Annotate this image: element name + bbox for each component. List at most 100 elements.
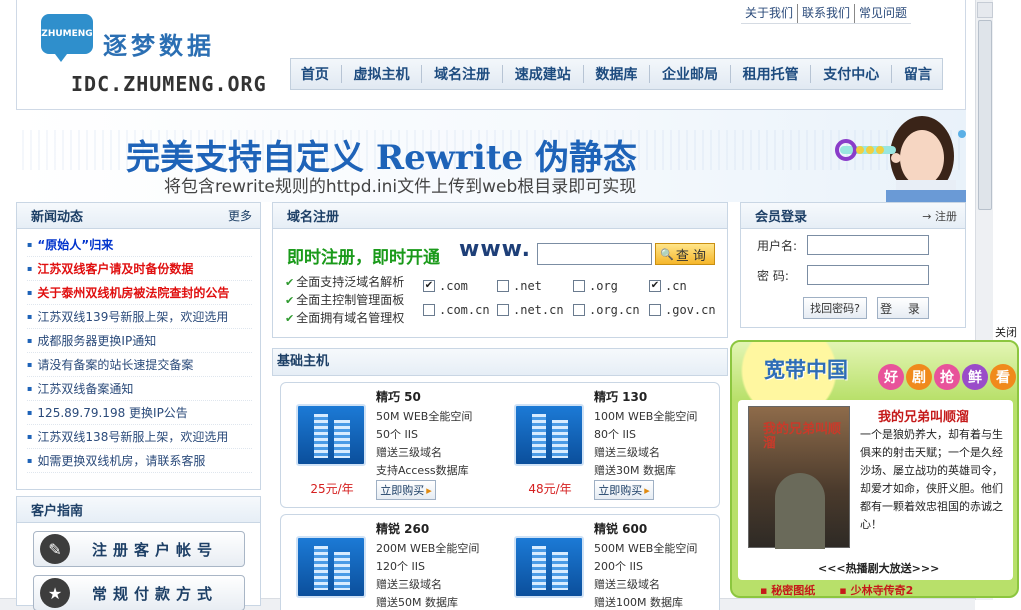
news-item[interactable]: 江苏双线客户请及时备份数据	[27, 257, 252, 281]
scroll-up-button[interactable]	[977, 2, 993, 18]
plan-spec: 200M WEB全能空间	[376, 542, 480, 555]
ad-drama-name[interactable]: 我的兄弟叫顺溜	[878, 406, 969, 425]
link-about[interactable]: 关于我们	[741, 4, 797, 23]
hosting-plan-card: 精巧 130 100M WEB全能空间 80个 IIS 赠送三级域名 赠送30M 数据库…	[500, 384, 710, 502]
tld-checkbox[interactable]	[649, 304, 661, 316]
ad-tags: 好剧抢鲜看	[878, 364, 1017, 390]
domain-search-input[interactable]	[537, 243, 652, 265]
ad-link-1[interactable]: 秘密图纸	[760, 582, 815, 596]
payment-methods-button[interactable]: ★ 常规付款方式	[33, 575, 245, 610]
floating-ad[interactable]: 宽带中国 好剧抢鲜看 我的兄弟叫顺溜 我的兄弟叫顺溜 一个是狼奶养大，却有着与生…	[730, 340, 1019, 598]
promo-banner[interactable]: 完美支持自定义 Rewrite 伪静态 将包含rewrite规则的httpd.i…	[16, 110, 966, 202]
news-more-link[interactable]: 更多	[228, 207, 252, 224]
poster-title: 我的兄弟叫顺溜	[763, 422, 842, 451]
nav-quick-site[interactable]: 速成建站	[515, 64, 571, 84]
banner-subtitle: 将包含rewrite规则的httpd.ini文件上传到web根目录即可实现	[164, 177, 637, 197]
ad-hot-heading: <<<热播剧大放送>>>	[818, 562, 940, 575]
nav-home[interactable]: 首页	[301, 64, 329, 84]
buy-now-button[interactable]: 立即购买 ▸	[594, 480, 654, 500]
nav-payment[interactable]: 支付中心	[823, 64, 879, 84]
plan-spec: 赠送30M 数据库	[594, 464, 676, 477]
news-item[interactable]: 请没有备案的站长速提交备案	[27, 353, 252, 377]
tld-checkbox[interactable]: ✔	[423, 280, 435, 292]
logo-domain[interactable]: IDC.ZHUMENG.ORG	[71, 72, 267, 96]
plan-spec: 赠送三级域名	[594, 446, 660, 459]
tld-label: .cn	[665, 279, 687, 293]
forgot-password-button[interactable]: 找回密码?	[803, 297, 867, 319]
news-item[interactable]: 江苏双线139号新服上架，欢迎选用	[27, 305, 252, 329]
register-account-label: 注册客户帐号	[92, 540, 219, 559]
tld-label: .net	[513, 279, 542, 293]
register-account-button[interactable]: ✎ 注册客户帐号	[33, 531, 245, 567]
tld-option[interactable]: .net.cn	[497, 303, 564, 317]
ad-brand: 宽带中国	[764, 357, 848, 382]
login-button[interactable]: 登 录	[877, 297, 929, 319]
plan-spec: 80个 IIS	[594, 428, 636, 441]
tld-option[interactable]: .net	[497, 279, 542, 293]
hosting-plan-card: 精巧 50 50M WEB全能空间 50个 IIS 赠送三级域名 支持Access数据库…	[282, 384, 492, 502]
tld-option[interactable]: ✔ .com	[423, 279, 468, 293]
news-item[interactable]: “原始人”归来	[27, 233, 252, 257]
plan-spec: 500M WEB全能空间	[594, 542, 698, 555]
star-icon: ★	[40, 578, 70, 608]
buy-now-button[interactable]: 立即购买 ▸	[376, 480, 436, 500]
search-icon: 🔍	[660, 247, 674, 261]
news-item[interactable]: 关于泰州双线机房被法院查封的公告	[27, 281, 252, 305]
news-item[interactable]: 江苏双线备案通知	[27, 377, 252, 401]
password-input[interactable]	[807, 265, 929, 285]
news-item[interactable]: 125.89.79.198 更换IP公告	[27, 401, 252, 425]
register-link[interactable]: → 注册	[922, 208, 957, 224]
nav-virtual-host[interactable]: 虚拟主机	[354, 64, 410, 84]
tld-option[interactable]: .org.cn	[573, 303, 640, 317]
plan-name: 精巧 130	[594, 390, 648, 404]
tld-option[interactable]: .gov.cn	[649, 303, 716, 317]
top-links: 关于我们 联系我们 常见问题	[741, 4, 912, 24]
plan-name: 精锐 600	[594, 522, 648, 536]
logo-bubble-icon[interactable]: ZHUMENG	[41, 14, 93, 62]
password-label: 密 码:	[757, 269, 789, 283]
scroll-thumb[interactable]	[978, 20, 992, 210]
tld-option[interactable]: .org	[573, 279, 618, 293]
feature-3: 全面拥有域名管理权	[285, 309, 404, 326]
ad-poster-image[interactable]: 我的兄弟叫顺溜	[748, 406, 850, 549]
hosting-title: 基础主机	[272, 348, 728, 376]
tld-label: .net.cn	[513, 303, 564, 317]
link-faq[interactable]: 常见问题	[854, 4, 911, 23]
nav-domain[interactable]: 域名注册	[434, 64, 490, 84]
tld-checkbox[interactable]: ✔	[649, 280, 661, 292]
news-title: 新闻动态	[31, 210, 84, 225]
close-ad-link[interactable]: 关闭	[995, 324, 1017, 340]
ad-link-2[interactable]: 少林寺传奇2	[839, 582, 914, 596]
news-item[interactable]: 如需更换双线机房，请联系客服	[27, 449, 252, 473]
query-label: 查询	[675, 248, 710, 264]
domain-query-button[interactable]: 🔍 查询	[655, 243, 715, 265]
username-label: 用户名:	[757, 239, 798, 253]
register-label[interactable]: 注册	[935, 210, 957, 223]
username-input[interactable]	[807, 235, 929, 255]
nav-mail[interactable]: 企业邮局	[662, 64, 718, 84]
logo-chinese[interactable]: 逐梦数据	[103, 26, 215, 61]
news-item[interactable]: 江苏双线138号新服上架，欢迎选用	[27, 425, 252, 449]
nav-hosting[interactable]: 租用托管	[743, 64, 799, 84]
ad-tag: 剧	[906, 364, 932, 390]
login-panel: 会员登录 → 注册 用户名: 密 码: 找回密码? 登 录	[740, 202, 966, 328]
guide-title: 客户指南	[31, 504, 84, 519]
news-list: “原始人”归来江苏双线客户请及时备份数据关于泰州双线机房被法院查封的公告江苏双线…	[17, 229, 260, 473]
tld-option[interactable]: .com.cn	[423, 303, 490, 317]
tld-checkbox[interactable]	[573, 280, 585, 292]
nav-message[interactable]: 留言	[904, 64, 932, 84]
tld-label: .gov.cn	[665, 303, 716, 317]
news-item[interactable]: 成都服务器更换IP通知	[27, 329, 252, 353]
plan-spec: 200个 IIS	[594, 560, 643, 573]
news-panel: 新闻动态 更多 “原始人”归来江苏双线客户请及时备份数据关于泰州双线机房被法院查…	[16, 202, 261, 490]
tld-checkbox[interactable]	[497, 304, 509, 316]
plan-price: 48元/年	[528, 482, 572, 496]
tld-checkbox[interactable]	[423, 304, 435, 316]
plan-spec: 赠送50M 数据库	[376, 596, 458, 609]
tld-checkbox[interactable]	[573, 304, 585, 316]
nav-database[interactable]: 数据库	[595, 64, 637, 84]
link-contact[interactable]: 联系我们	[797, 4, 854, 23]
tld-label: .org	[589, 279, 618, 293]
tld-checkbox[interactable]	[497, 280, 509, 292]
tld-option[interactable]: ✔ .cn	[649, 279, 687, 293]
